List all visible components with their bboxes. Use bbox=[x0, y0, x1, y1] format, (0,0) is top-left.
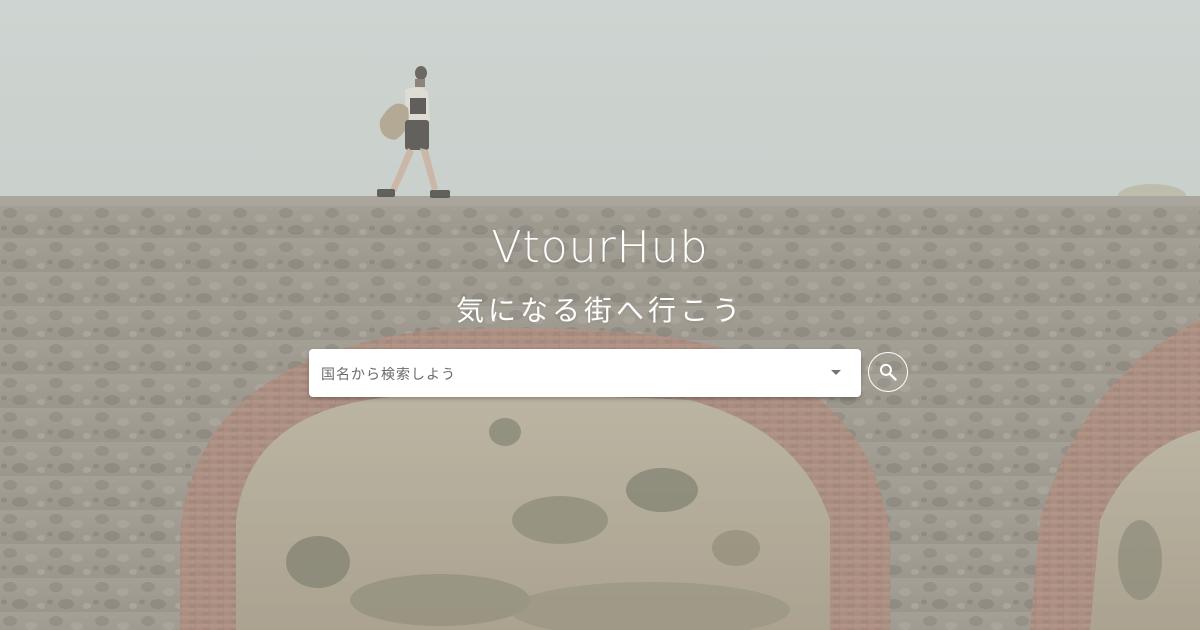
brand-title: VtourHub bbox=[491, 222, 709, 273]
hero-section: VtourHub 気になる街へ行こう 国名から検索しよう bbox=[0, 0, 1200, 630]
search-icon bbox=[879, 363, 897, 381]
country-search-select[interactable]: 国名から検索しよう bbox=[309, 349, 861, 397]
country-search-placeholder: 国名から検索しよう bbox=[321, 367, 456, 383]
search-button[interactable] bbox=[868, 352, 908, 392]
chevron-down-icon[interactable] bbox=[831, 370, 841, 375]
hero-tagline: 気になる街へ行こう bbox=[455, 294, 744, 327]
